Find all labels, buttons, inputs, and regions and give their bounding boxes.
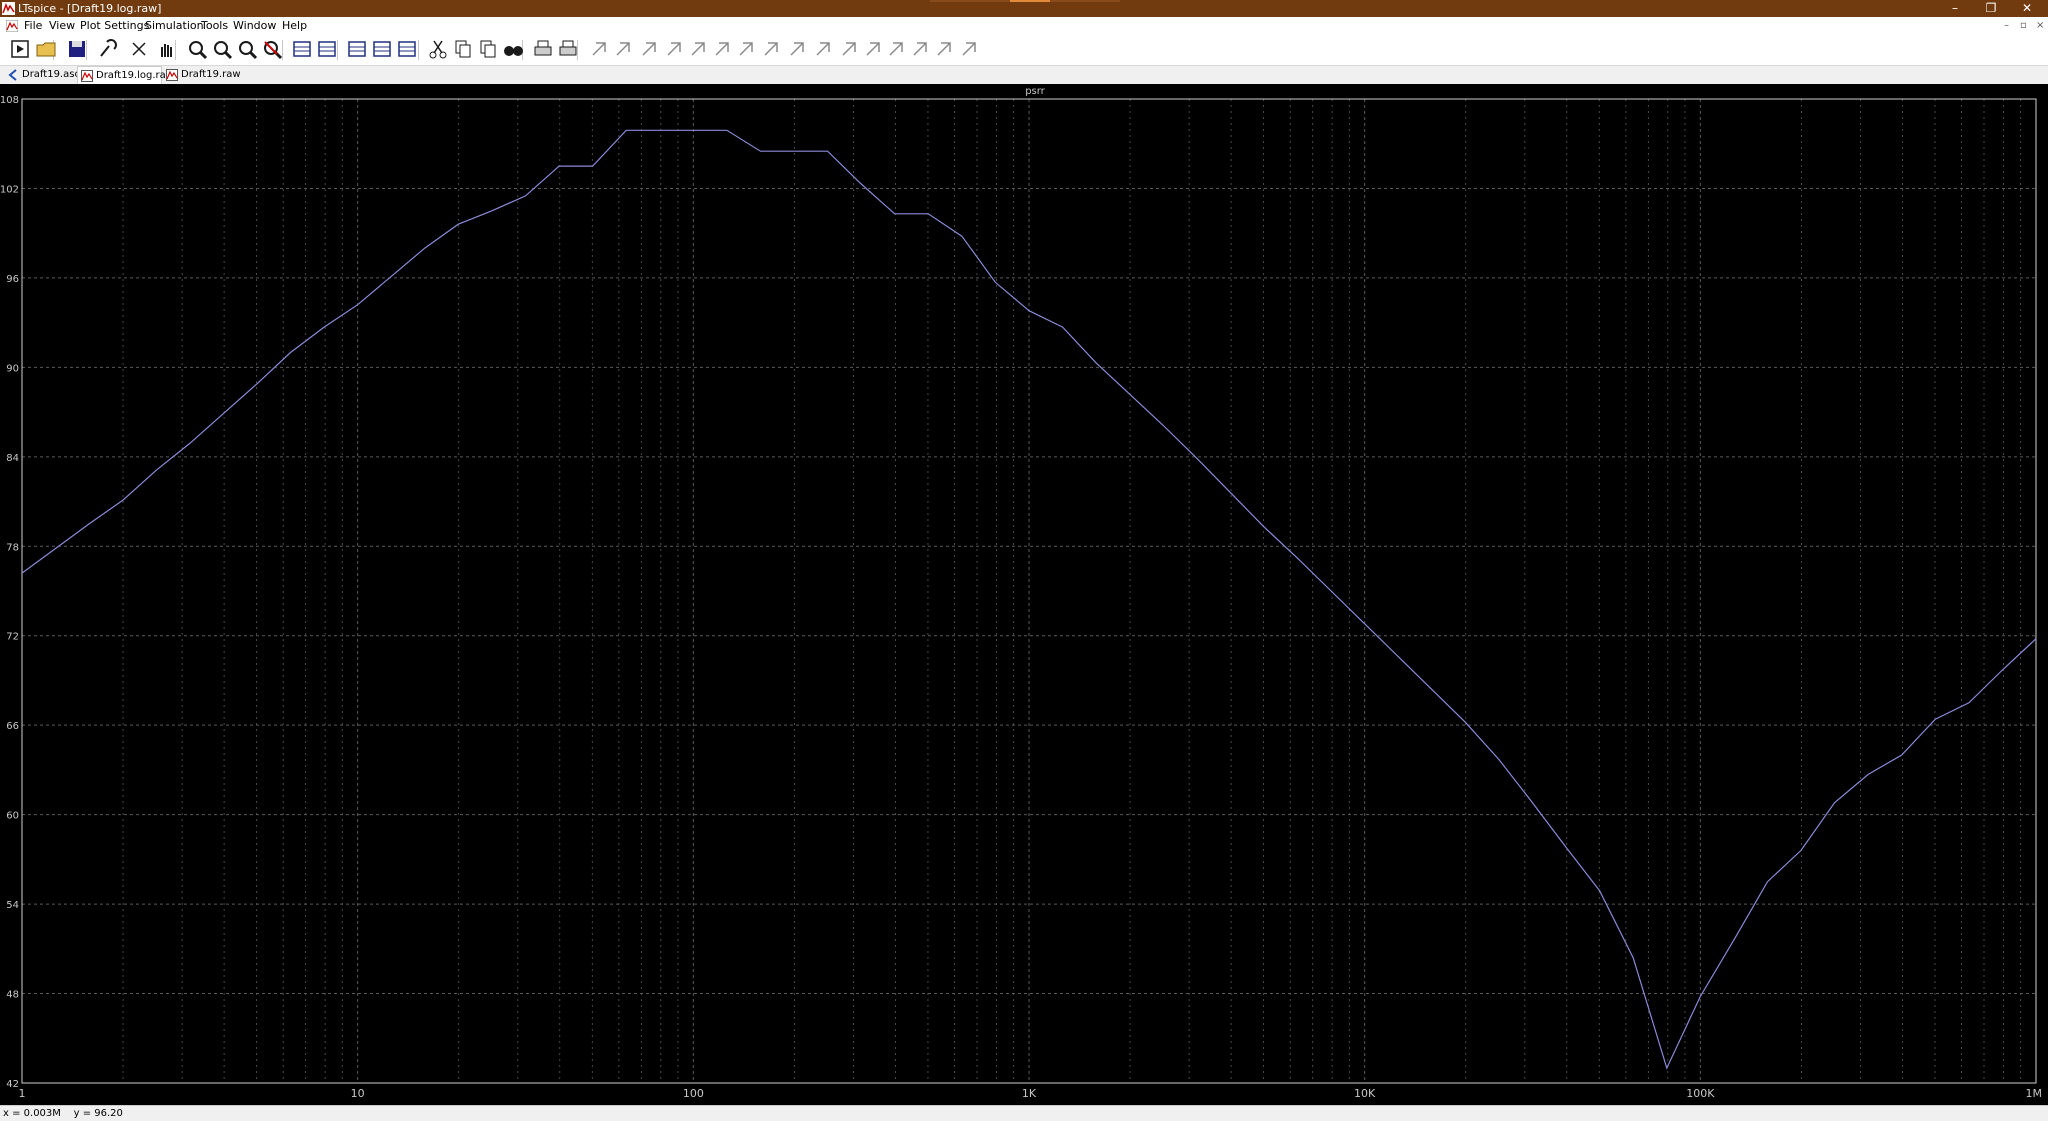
text-icon[interactable]	[933, 38, 955, 60]
document-tabs: Draft19.asc Draft19.log.raw Draft19.raw	[0, 66, 2048, 84]
menu-help[interactable]: Help	[282, 17, 307, 35]
y-tick-label: 66	[6, 721, 19, 732]
control-panel-icon[interactable]	[97, 38, 119, 60]
x-tick-label: 1	[19, 1087, 26, 1100]
x-tick-label: 10K	[1354, 1087, 1376, 1100]
cursor-readout: x = 0.003M y = 96.20	[3, 1108, 123, 1119]
x-tick-label: 100K	[1686, 1087, 1715, 1100]
psrr-chart[interactable]: 42 48 54 60 66 72 78 84 90 96 102 108 1 10 100 1K 10K 100…	[0, 84, 2048, 1105]
x-tick-label: 100	[683, 1087, 704, 1100]
run-icon[interactable]	[9, 38, 31, 60]
wire-icon[interactable]	[588, 38, 610, 60]
resistor-icon[interactable]	[663, 38, 685, 60]
mirror-icon[interactable]	[909, 38, 931, 60]
zoom-out-icon[interactable]	[236, 38, 258, 60]
zoom-full-icon[interactable]	[211, 38, 233, 60]
undo-icon[interactable]	[838, 38, 860, 60]
ground-icon[interactable]	[612, 38, 634, 60]
zoom-cancel-icon[interactable]	[261, 38, 283, 60]
autorange-icon[interactable]	[291, 38, 313, 60]
tab-draft19-asc[interactable]: Draft19.asc	[4, 66, 80, 84]
y-tick-label: 42	[6, 1079, 19, 1090]
menu-view[interactable]: View	[49, 17, 75, 35]
zoom-in-icon[interactable]	[186, 38, 208, 60]
y-tick-label: 60	[6, 811, 19, 822]
minimize-button[interactable]: –	[1938, 0, 1972, 17]
diode-icon[interactable]	[735, 38, 757, 60]
print-icon[interactable]	[532, 38, 554, 60]
waveform-plot-pane[interactable]: 42 48 54 60 66 72 78 84 90 96 102 108 1 10 100 1K 10K 100…	[0, 84, 2048, 1105]
hand-icon[interactable]	[155, 38, 177, 60]
print-setup-icon[interactable]	[557, 38, 579, 60]
taskbar-highlight	[930, 0, 1120, 2]
cut-icon[interactable]	[427, 38, 449, 60]
y-tick-label: 102	[0, 184, 19, 195]
halt-icon[interactable]	[128, 38, 150, 60]
menu-simulation[interactable]: Simulation	[145, 17, 204, 35]
move-icon[interactable]	[786, 38, 808, 60]
ltspice-app-icon	[2, 2, 15, 15]
waveform-icon	[166, 69, 178, 81]
restore-button[interactable]: ❐	[1974, 0, 2008, 17]
mdi-restore-button[interactable]: ▫	[2020, 17, 2027, 35]
x-tick-label: 10	[351, 1087, 365, 1100]
y-tick-label: 84	[6, 453, 19, 464]
menu-file[interactable]: File	[24, 17, 42, 35]
cascade-icon[interactable]	[396, 38, 418, 60]
find-icon[interactable]	[502, 38, 524, 60]
drag-icon[interactable]	[812, 38, 834, 60]
close-button[interactable]: ✕	[2010, 0, 2044, 17]
schematic-icon	[8, 69, 17, 81]
save-icon[interactable]	[66, 38, 88, 60]
y-tick-label: 108	[0, 95, 19, 106]
y-tick-label: 54	[6, 900, 19, 911]
y-tick-label: 48	[6, 990, 19, 1001]
toolbar-separator	[418, 40, 419, 60]
tab-draft19-raw[interactable]: Draft19.raw	[163, 66, 241, 84]
y-tick-label: 90	[6, 363, 19, 374]
plot-title: psrr	[1025, 86, 1045, 97]
y-tick-label: 78	[6, 542, 19, 553]
window-title: LTspice - [Draft19.log.raw]	[18, 2, 162, 15]
copy-icon[interactable]	[452, 38, 474, 60]
paste-icon[interactable]	[477, 38, 499, 60]
menu-tools[interactable]: Tools	[201, 17, 228, 35]
menu-window[interactable]: Window	[233, 17, 276, 35]
open-icon[interactable]	[35, 38, 57, 60]
component-icon[interactable]	[760, 38, 782, 60]
tab-label: Draft19.asc	[22, 69, 80, 80]
tile-vertical-icon[interactable]	[371, 38, 393, 60]
toolbar	[0, 35, 2048, 66]
x-tick-label: 1M	[2026, 1087, 2043, 1100]
x-tick-label: 1K	[1022, 1087, 1037, 1100]
rotate-icon[interactable]	[885, 38, 907, 60]
status-bar: x = 0.003M y = 96.20	[0, 1105, 2048, 1121]
spice-directive-icon[interactable]	[958, 38, 980, 60]
waveform-icon	[81, 70, 93, 82]
mdi-close-button[interactable]: ×	[2036, 17, 2044, 35]
mdi-minimize-button[interactable]: –	[2004, 17, 2009, 35]
y-tick-label: 96	[6, 274, 19, 285]
redo-icon[interactable]	[862, 38, 884, 60]
menu-bar: File View Plot Settings Simulation Tools…	[0, 17, 2048, 35]
menu-plot-settings[interactable]: Plot Settings	[80, 17, 149, 35]
capacitor-icon[interactable]	[687, 38, 709, 60]
tab-label: Draft19.raw	[181, 69, 241, 80]
y-tick-label: 72	[6, 632, 19, 643]
label-icon[interactable]	[638, 38, 660, 60]
document-icon[interactable]	[6, 20, 18, 32]
tile-horizontal-icon[interactable]	[346, 38, 368, 60]
inductor-icon[interactable]	[711, 38, 733, 60]
window-titlebar: LTspice - [Draft19.log.raw] – ❐ ✕	[0, 0, 2048, 17]
zoom-box-icon[interactable]	[316, 38, 338, 60]
tab-draft19-log-raw[interactable]: Draft19.log.raw	[77, 66, 174, 84]
